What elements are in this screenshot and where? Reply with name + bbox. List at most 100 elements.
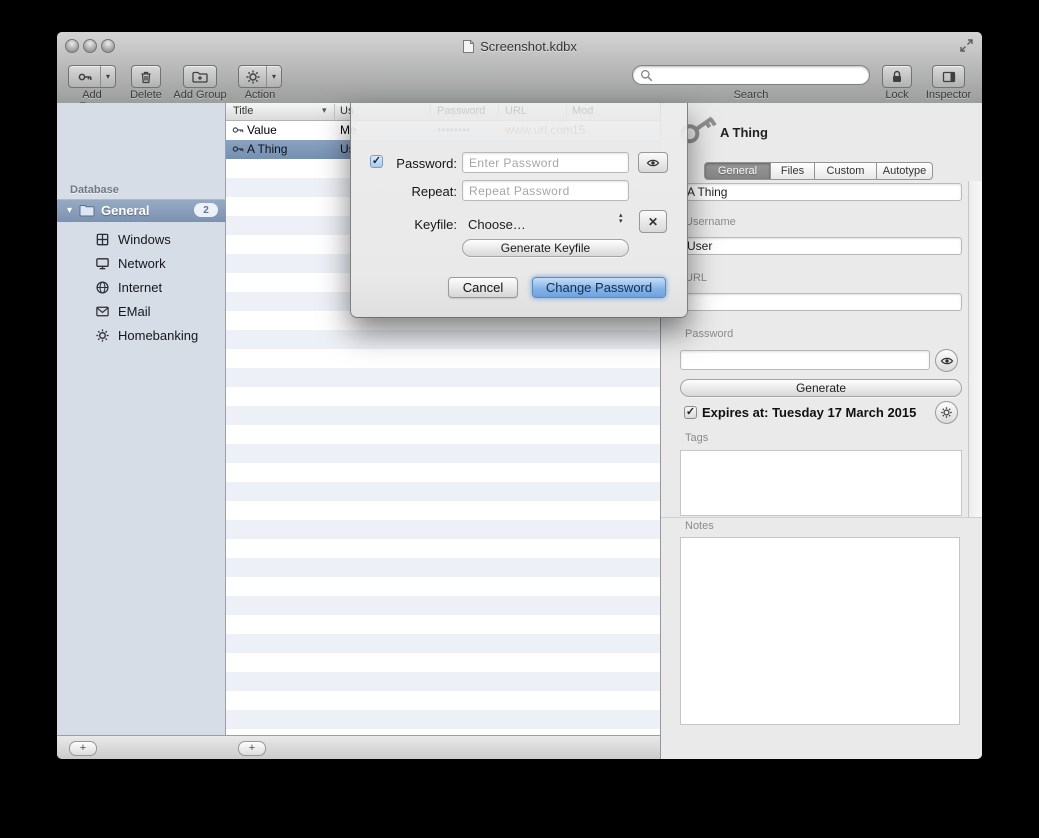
username-field[interactable] (680, 237, 962, 255)
lock-icon (889, 69, 905, 85)
windows-icon (95, 232, 110, 247)
notes-input[interactable] (680, 537, 960, 725)
sidebar-item-email[interactable]: EMail (57, 299, 226, 323)
section-divider (661, 517, 982, 518)
cancel-button[interactable]: Cancel (448, 277, 518, 298)
action-button[interactable]: ▾ (238, 65, 282, 88)
dialog-reveal-password-button[interactable] (638, 152, 668, 173)
tab-general[interactable]: General (704, 162, 771, 180)
chevron-down-icon[interactable]: ▾ (100, 66, 115, 87)
expires-checkbox[interactable]: ✓ (684, 406, 697, 419)
tags-label: Tags (685, 432, 708, 444)
search-input[interactable] (657, 67, 861, 83)
close-button[interactable] (65, 39, 79, 53)
folder-plus-icon (191, 69, 209, 85)
expires-label: Expires at: Tuesday 17 March 2015 (702, 405, 916, 420)
lock-label: Lock (872, 89, 922, 101)
sort-indicator-icon[interactable]: ▾ (322, 105, 327, 116)
sidebar-item-network[interactable]: Network (57, 251, 226, 275)
password-field[interactable] (680, 350, 930, 370)
sidebar-item-label: Internet (118, 280, 162, 295)
key-icon (69, 69, 100, 85)
app-window: Screenshot.kdbx ▾ Add Entry Delete Add G (57, 32, 982, 759)
minimize-button[interactable] (83, 39, 97, 53)
document-icon (462, 39, 475, 54)
username-label: Username (685, 216, 736, 228)
entry-title: Value (247, 123, 277, 137)
entry-list-bottom-bar: + (226, 735, 660, 759)
expires-settings-button[interactable] (935, 401, 958, 424)
gear-icon (940, 406, 953, 419)
key-icon (232, 143, 244, 155)
delete-button[interactable] (131, 65, 161, 88)
sidebar-group-label: General (101, 203, 149, 218)
add-group-button[interactable] (183, 65, 217, 88)
popup-stepper-icon[interactable]: ▴ ▾ (619, 213, 623, 225)
inspector-button[interactable] (932, 65, 965, 88)
lock-button[interactable] (882, 65, 912, 88)
change-password-button[interactable]: Change Password (532, 277, 666, 298)
inspector-panel-icon (941, 69, 957, 85)
group-count-badge: 2 (194, 203, 218, 217)
sidebar-item-windows[interactable]: Windows (57, 227, 226, 251)
chevron-down-icon[interactable]: ▾ (266, 66, 281, 87)
stepper-down-icon[interactable]: ▾ (619, 219, 623, 225)
sidebar-header: Database (70, 184, 119, 196)
generate-keyfile-button[interactable]: Generate Keyfile (462, 239, 629, 257)
desktop: { "window": { "title": "Screenshot.kdbx"… (0, 0, 1039, 838)
dialog-repeat-label: Repeat: (351, 184, 457, 199)
folder-icon (79, 204, 95, 217)
dialog-keyfile-label: Keyfile: (351, 217, 457, 232)
search-field[interactable] (632, 65, 870, 85)
sidebar-bottom-bar: + (57, 735, 226, 759)
dialog-password-input[interactable] (462, 152, 629, 173)
sidebar-item-label: EMail (118, 304, 151, 319)
password-label: Password (685, 328, 733, 340)
column-header-title[interactable]: Title (233, 105, 253, 117)
zoom-button[interactable] (101, 39, 115, 53)
gear-icon (239, 69, 266, 85)
window-title-group: Screenshot.kdbx (462, 39, 577, 54)
fullscreen-icon[interactable] (959, 38, 974, 53)
sidebar-item-label: Homebanking (118, 328, 198, 343)
tab-autotype[interactable]: Autotype (876, 162, 933, 180)
add-group-label: Add Group (170, 89, 230, 101)
sidebar-group-general[interactable]: ▾ General 2 (57, 199, 226, 222)
reveal-password-button[interactable] (935, 349, 958, 372)
column-divider[interactable] (334, 104, 335, 119)
add-entry-button[interactable]: ▾ (68, 65, 116, 88)
tab-files[interactable]: Files (770, 162, 815, 180)
window-title: Screenshot.kdbx (480, 39, 577, 54)
add-group-plus-button[interactable]: + (69, 741, 97, 756)
tab-custom[interactable]: Custom (814, 162, 877, 180)
change-password-sheet: ✓ Password: Repeat: Keyfile: Choose… ▴ ▾… (350, 103, 688, 318)
clear-keyfile-button[interactable]: ✕ (639, 210, 667, 233)
inspector-label: Inspector (920, 89, 977, 101)
delete-label: Delete (121, 89, 171, 101)
dialog-password-label: Password: (351, 156, 457, 171)
keyfile-popup-value[interactable]: Choose… (468, 217, 526, 232)
sidebar-item-internet[interactable]: Internet (57, 275, 226, 299)
magnifier-icon (640, 69, 653, 82)
inspector-title-field[interactable] (680, 183, 962, 201)
url-field[interactable] (680, 293, 962, 311)
eye-icon (940, 355, 954, 367)
sidebar-item-homebanking[interactable]: Homebanking (57, 323, 226, 347)
inspector-entry-title: A Thing (720, 125, 768, 140)
action-label: Action (238, 89, 282, 101)
dialog-repeat-input[interactable] (462, 180, 629, 201)
add-entry-plus-button[interactable]: + (238, 741, 266, 756)
generate-password-button[interactable]: Generate (680, 379, 962, 397)
gear-icon (95, 328, 110, 343)
window-chrome: Screenshot.kdbx ▾ Add Entry Delete Add G (57, 32, 982, 104)
sidebar (57, 103, 226, 735)
inspector-scrollbar[interactable] (968, 181, 982, 517)
tags-input[interactable] (680, 450, 962, 516)
disclosure-triangle-icon[interactable]: ▾ (67, 205, 72, 216)
url-label: URL (685, 272, 707, 284)
globe-icon (95, 280, 110, 295)
notes-label: Notes (685, 520, 714, 532)
trash-icon (138, 69, 154, 85)
entry-title: A Thing (247, 142, 287, 156)
key-icon (232, 124, 244, 136)
